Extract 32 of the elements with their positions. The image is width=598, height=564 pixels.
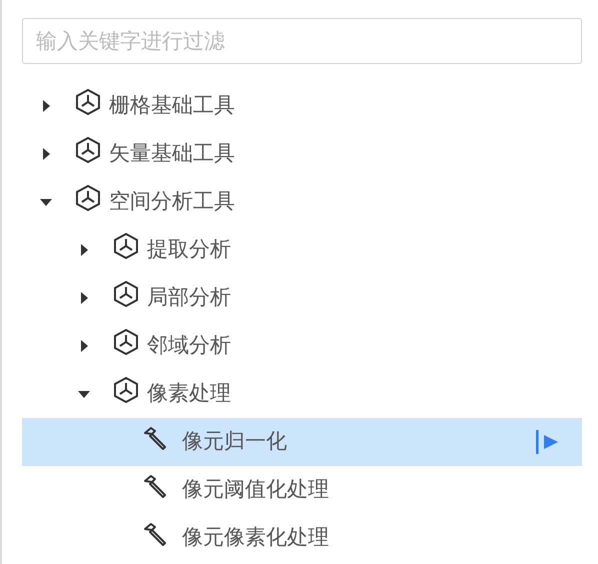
tree-item[interactable]: 像素处理 (22, 370, 582, 418)
tree-item-label: 像素处理 (147, 380, 231, 408)
tree-item[interactable]: 邻域分析 (22, 322, 582, 370)
tree-item[interactable]: 提取分析 (22, 226, 582, 274)
hammer-icon (143, 474, 169, 498)
tree-item-label: 矢量基础工具 (109, 140, 235, 168)
tree-item-label: 像元归一化 (182, 428, 287, 456)
tree-item[interactable]: 栅格基础工具 (22, 82, 582, 130)
tree-item-label: 栅格基础工具 (109, 92, 235, 120)
tree-item-label: 像元阈值化处理 (182, 476, 329, 504)
tree-item-label: 局部分析 (147, 284, 231, 312)
tree-item[interactable]: 局部分析 (22, 274, 582, 322)
cube-icon (75, 88, 101, 116)
tree-item[interactable]: 像元归一化 (22, 418, 582, 466)
hammer-icon (143, 522, 169, 546)
tree-item[interactable]: 矢量基础工具 (22, 130, 582, 178)
cube-icon (113, 376, 139, 404)
tree-item[interactable]: 空间分析工具 (22, 178, 582, 226)
cube-icon (113, 280, 139, 308)
cube-icon (75, 184, 101, 212)
hammer-icon (143, 426, 169, 450)
search-field[interactable]: 输入关键字进行过滤 (22, 18, 582, 64)
run-icon[interactable] (535, 429, 559, 455)
tree-item[interactable]: 像元像素化处理 (22, 514, 582, 562)
tree-item-label: 空间分析工具 (109, 188, 235, 216)
cube-icon (113, 328, 139, 356)
tree-item[interactable]: 像元阈值化处理 (22, 466, 582, 514)
tree-item-label: 像元像素化处理 (182, 524, 329, 552)
tree-item-label: 邻域分析 (147, 332, 231, 360)
cube-icon (113, 232, 139, 260)
cube-icon (75, 136, 101, 164)
tree-item-label: 提取分析 (147, 236, 231, 264)
